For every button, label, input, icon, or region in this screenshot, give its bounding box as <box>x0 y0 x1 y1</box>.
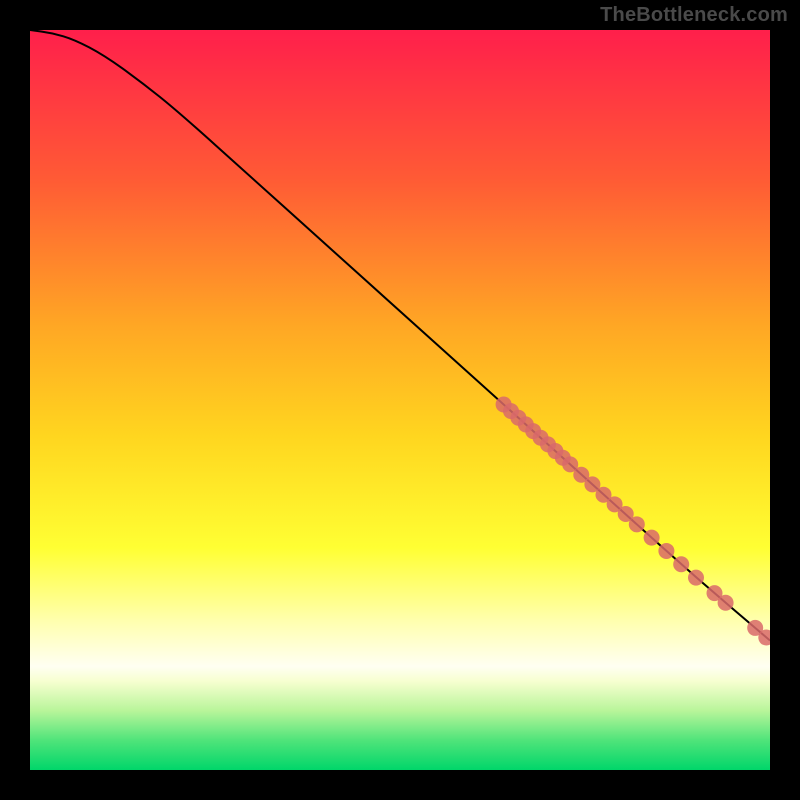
chart-marker <box>658 543 674 559</box>
chart-marker <box>644 530 660 546</box>
chart-marker <box>758 630 774 646</box>
watermark-label: TheBottleneck.com <box>600 4 788 27</box>
chart-marker <box>673 556 689 572</box>
chart-marker <box>688 570 704 586</box>
chart-marker <box>718 595 734 611</box>
gradient-plot-background <box>30 30 770 770</box>
chart-marker <box>629 516 645 532</box>
chart-stage: TheBottleneck.com <box>0 0 800 800</box>
chart-svg <box>0 0 800 800</box>
